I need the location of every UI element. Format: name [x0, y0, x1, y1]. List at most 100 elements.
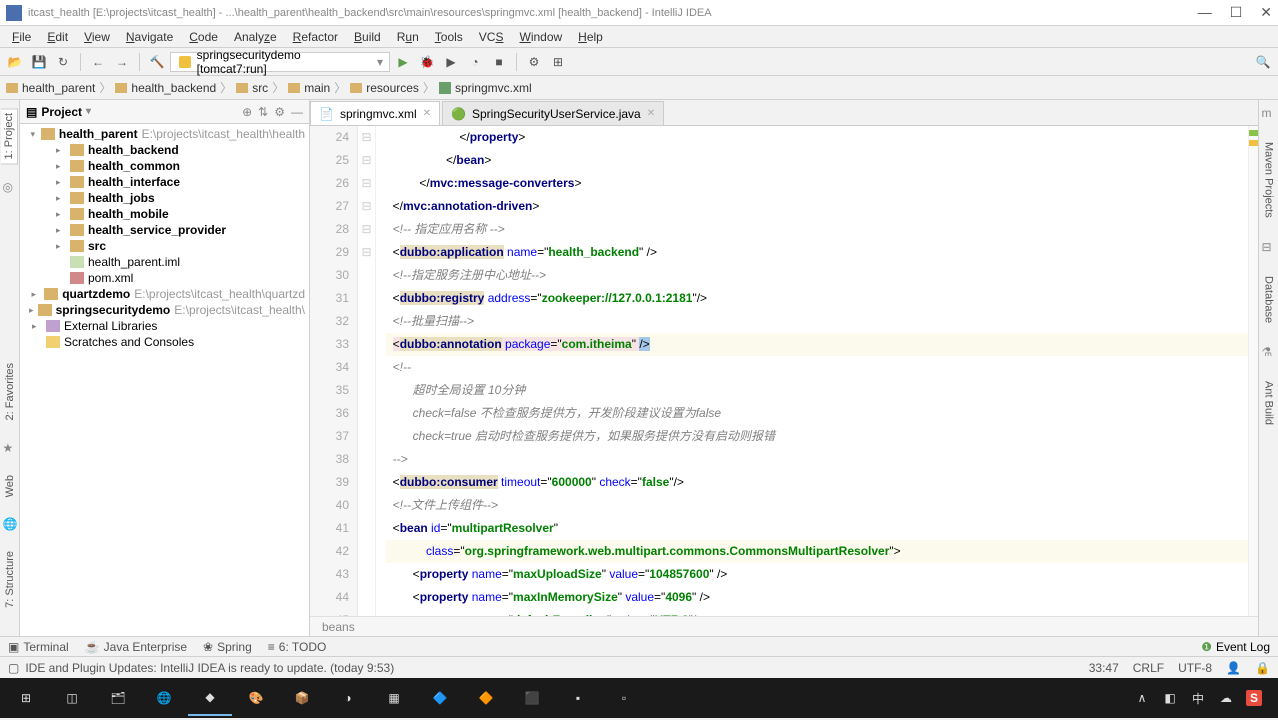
dropdown-icon[interactable]: ▾: [86, 106, 91, 117]
tree-item[interactable]: ▸health_backend: [20, 142, 309, 158]
tray-expand-icon[interactable]: ∧: [1134, 690, 1150, 706]
tree-item[interactable]: ▸External Libraries: [20, 318, 309, 334]
menu-view[interactable]: View: [76, 28, 118, 46]
editor-tab[interactable]: 📄springmvc.xml✕: [310, 101, 440, 125]
web-tool-tab[interactable]: Web: [2, 471, 18, 501]
save-icon[interactable]: 💾: [28, 51, 50, 73]
menu-tools[interactable]: Tools: [427, 28, 471, 46]
app-icon[interactable]: ◑: [326, 680, 370, 716]
chrome-icon[interactable]: 🌐: [142, 680, 186, 716]
event-log-tab[interactable]: ❶ Event Log: [1201, 640, 1270, 654]
tree-item[interactable]: health_parent.iml: [20, 254, 309, 270]
breadcrumb-item[interactable]: health_parent: [6, 81, 95, 95]
tray-icon[interactable]: ◧: [1162, 690, 1178, 706]
menu-code[interactable]: Code: [181, 28, 226, 46]
app-icon[interactable]: 🔶: [464, 680, 508, 716]
task-view-icon[interactable]: ◫: [50, 680, 94, 716]
tree-item[interactable]: ▸quartzdemo E:\projects\itcast_health\qu…: [20, 286, 309, 302]
target-icon[interactable]: ⊕: [242, 105, 252, 119]
menu-help[interactable]: Help: [570, 28, 611, 46]
back-icon[interactable]: ←: [87, 51, 109, 73]
editor-breadcrumb[interactable]: beans: [310, 616, 1258, 636]
star-icon[interactable]: ★: [3, 441, 17, 455]
editor[interactable]: 2425262728293031323334353637383940414243…: [310, 126, 1258, 616]
paint-icon[interactable]: 🎨: [234, 680, 278, 716]
explorer-icon[interactable]: 🗂: [96, 680, 140, 716]
maximize-button[interactable]: ☐: [1230, 4, 1243, 21]
forward-icon[interactable]: →: [111, 51, 133, 73]
database-tool-tab[interactable]: Database: [1261, 272, 1277, 327]
minimize-button[interactable]: —: [1198, 4, 1212, 21]
tree-item[interactable]: ▸health_common: [20, 158, 309, 174]
web-icon[interactable]: 🌐: [3, 517, 17, 531]
ime-icon[interactable]: 中: [1190, 690, 1206, 706]
cloud-icon[interactable]: ☁: [1218, 690, 1234, 706]
project-tree[interactable]: ▾health_parent E:\projects\itcast_health…: [20, 124, 309, 636]
run-config-dropdown[interactable]: springsecuritydemo [tomcat7:run]: [170, 52, 390, 72]
m-icon[interactable]: m: [1262, 106, 1276, 120]
terminal-icon[interactable]: ▪: [556, 680, 600, 716]
fold-gutter[interactable]: ⊟⊟⊟⊟⊟⊟: [358, 126, 376, 616]
menu-build[interactable]: Build: [346, 28, 389, 46]
ant-icon[interactable]: ⚗: [1262, 345, 1276, 359]
structure-tool-tab[interactable]: 7: Structure: [2, 547, 18, 612]
breadcrumb-item[interactable]: springmvc.xml: [439, 81, 532, 95]
tree-item[interactable]: ▸health_jobs: [20, 190, 309, 206]
capture-icon[interactable]: ◎: [3, 180, 17, 194]
menu-edit[interactable]: Edit: [39, 28, 76, 46]
sync-icon[interactable]: ↻: [52, 51, 74, 73]
close-tab-icon[interactable]: ✕: [647, 108, 655, 119]
open-icon[interactable]: 📂: [4, 51, 26, 73]
tree-item[interactable]: ▸health_service_provider: [20, 222, 309, 238]
start-button[interactable]: ⊞: [4, 680, 48, 716]
close-button[interactable]: ✕: [1260, 4, 1272, 21]
database-icon[interactable]: ⊟: [1262, 240, 1276, 254]
menu-vcs[interactable]: VCS: [471, 28, 512, 46]
collapse-icon[interactable]: ⇅: [258, 105, 268, 119]
favorites-tool-tab[interactable]: 2: Favorites: [2, 359, 18, 424]
search-icon[interactable]: 🔍: [1252, 51, 1274, 73]
app-icon[interactable]: 🔷: [418, 680, 462, 716]
lock-icon[interactable]: 🔒: [1255, 661, 1270, 675]
breadcrumb-item[interactable]: src: [236, 81, 268, 95]
debug-icon[interactable]: 🐞: [416, 51, 438, 73]
excel-icon[interactable]: ▦: [372, 680, 416, 716]
line-ending[interactable]: CRLF: [1133, 661, 1164, 675]
system-tray[interactable]: ∧ ◧ 中 ☁ S: [1134, 690, 1274, 706]
project-tool-tab[interactable]: 1: Project: [1, 108, 18, 164]
profile-icon[interactable]: ◔: [464, 51, 486, 73]
terminal-tab[interactable]: ▣ Terminal: [8, 640, 69, 654]
menu-analyze[interactable]: Analyze: [226, 28, 285, 46]
breadcrumb-item[interactable]: health_backend: [115, 81, 216, 95]
run-icon[interactable]: ▶: [392, 51, 414, 73]
menu-run[interactable]: Run: [389, 28, 427, 46]
stop-icon[interactable]: ■: [488, 51, 510, 73]
tree-item[interactable]: ▸src: [20, 238, 309, 254]
editor-tab[interactable]: 🟢SpringSecurityUserService.java✕: [442, 101, 664, 125]
tree-item[interactable]: Scratches and Consoles: [20, 334, 309, 350]
tree-item[interactable]: pom.xml: [20, 270, 309, 286]
cursor-position[interactable]: 33:47: [1089, 661, 1119, 675]
sogou-icon[interactable]: S: [1246, 690, 1262, 706]
todo-tab[interactable]: ≡ 6: TODO: [268, 640, 327, 654]
menu-refactor[interactable]: Refactor: [285, 28, 346, 46]
javaee-tab[interactable]: ☕ Java Enterprise: [85, 640, 187, 654]
code-area[interactable]: </property> </bean> </mvc:message-conver…: [376, 126, 1248, 616]
app-icon[interactable]: ▫: [602, 680, 646, 716]
tree-item[interactable]: ▾health_parent E:\projects\itcast_health…: [20, 126, 309, 142]
tree-item[interactable]: ▸springsecuritydemo E:\projects\itcast_h…: [20, 302, 309, 318]
inspect-icon[interactable]: 👤: [1226, 661, 1241, 675]
menu-window[interactable]: Window: [511, 28, 570, 46]
close-tab-icon[interactable]: ✕: [423, 108, 431, 119]
gear-icon[interactable]: ⚙: [274, 105, 285, 119]
status-icon[interactable]: ▢: [8, 661, 19, 675]
maven-tool-tab[interactable]: Maven Projects: [1261, 138, 1277, 222]
menu-navigate[interactable]: Navigate: [118, 28, 181, 46]
encoding[interactable]: UTF-8: [1178, 661, 1212, 675]
app-icon[interactable]: 📦: [280, 680, 324, 716]
coverage-icon[interactable]: ▶: [440, 51, 462, 73]
ant-tool-tab[interactable]: Ant Build: [1261, 377, 1277, 429]
app-icon[interactable]: ⬛: [510, 680, 554, 716]
breadcrumb-item[interactable]: main: [288, 81, 330, 95]
menu-file[interactable]: File: [4, 28, 39, 46]
